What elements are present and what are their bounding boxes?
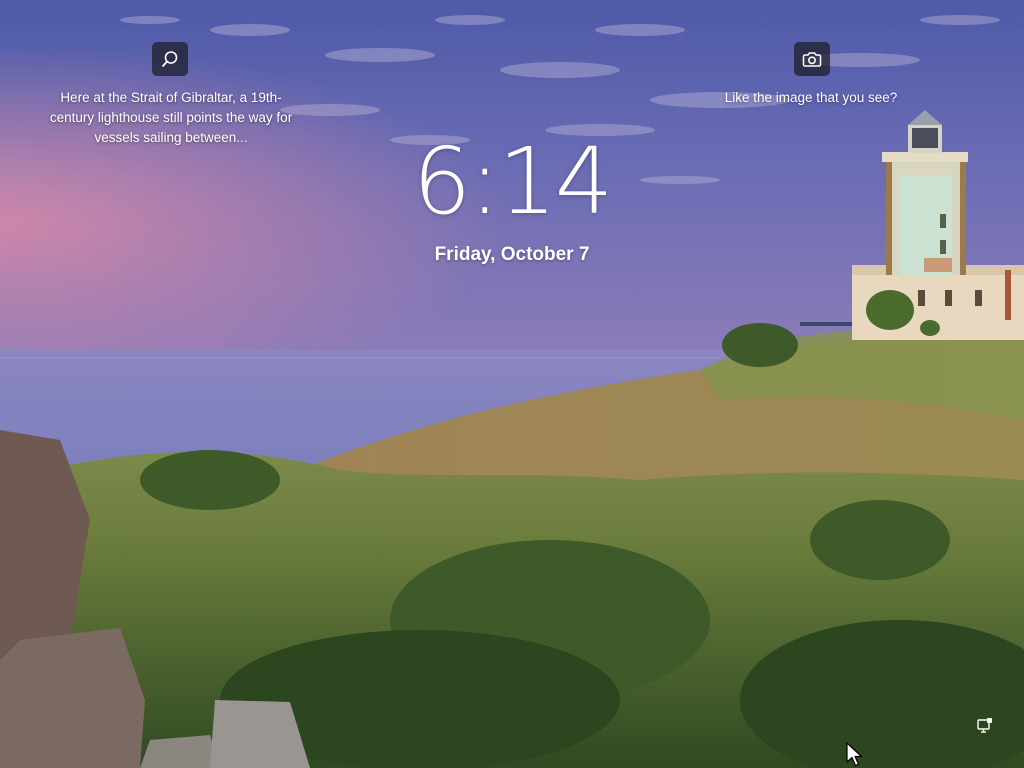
mouse-cursor-icon [846, 742, 863, 767]
network-icon [977, 718, 992, 733]
lockscreen-date: Friday, October 7 [434, 244, 590, 265]
camera-icon [802, 52, 822, 67]
lockscreen-time: 6:14 [412, 128, 614, 235]
search-icon [162, 51, 178, 67]
camera-button[interactable] [794, 42, 830, 76]
search-button[interactable] [152, 42, 188, 76]
network-status-button[interactable] [976, 717, 994, 739]
spotlight-feedback-prompt[interactable]: Like the image that you see? [690, 88, 932, 108]
